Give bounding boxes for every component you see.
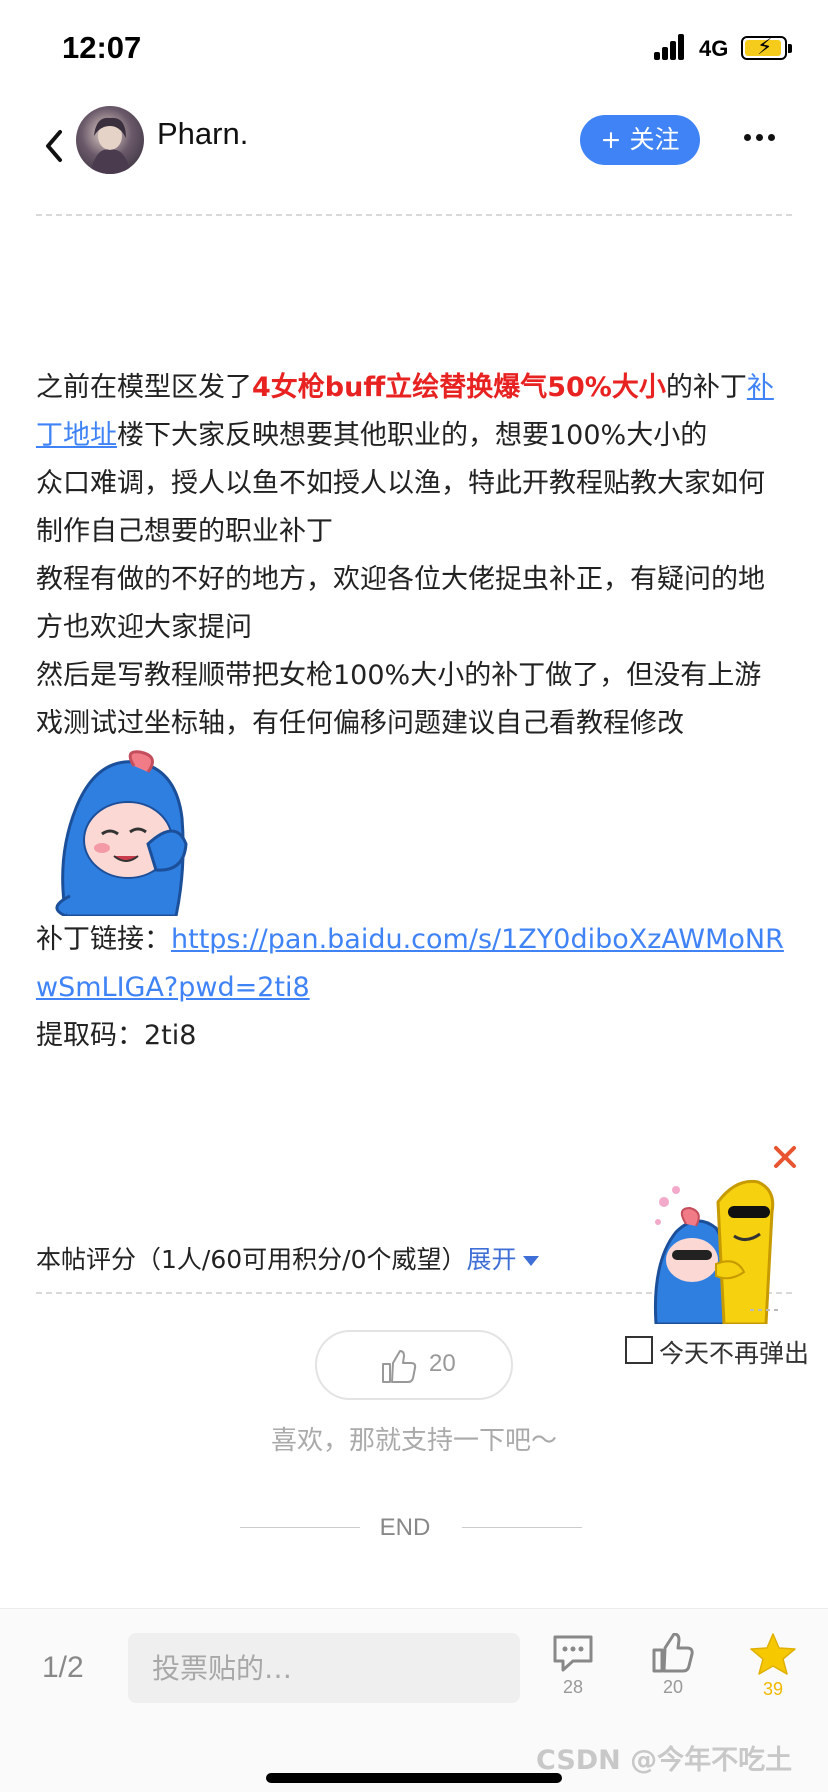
rating-summary: 本帖评分（1人/60可用积分/0个威望）	[36, 1245, 467, 1274]
facepalm-sticker	[55, 750, 188, 916]
like-button[interactable]: 20	[315, 1330, 513, 1400]
extract-code-row: 提取码：2ti8	[36, 1020, 197, 1051]
cool-sticker-popup[interactable]	[646, 1172, 794, 1324]
post-header: Pharn. + 关注	[0, 96, 828, 216]
end-marker: END	[240, 1514, 582, 1544]
thumbs-up-icon	[652, 1633, 694, 1673]
like-count: 20	[429, 1350, 456, 1377]
caret-down-icon	[522, 1256, 539, 1266]
favorite-button[interactable]: 39	[738, 1633, 808, 1700]
comment-input[interactable]	[128, 1633, 520, 1703]
username[interactable]: Pharn.	[157, 116, 248, 152]
thumbs-up-icon	[382, 1350, 417, 1383]
close-icon[interactable]	[772, 1144, 798, 1170]
battery-icon: ⚡	[741, 35, 792, 60]
extract-code: 2ti8	[144, 1020, 197, 1051]
more-options-icon[interactable]	[742, 126, 778, 146]
paragraph-note: 然后是写教程顺带把女枪100%大小的补丁做了，但没有上游戏测试过坐标轴，有任何偏…	[36, 652, 788, 916]
page-indicator[interactable]: 1/2	[42, 1651, 84, 1685]
comments-button[interactable]: 28	[538, 1633, 608, 1698]
paragraph-intro: 之前在模型区发了4女枪buff立绘替换爆气50%大小的补丁补丁地址楼下大家反映想…	[36, 372, 774, 451]
status-bar: 12:07 4G ⚡	[0, 0, 828, 96]
favorites-count: 39	[762, 1679, 784, 1699]
support-prompt: 喜欢，那就支持一下吧～	[270, 1426, 557, 1456]
likes-count: 20	[662, 1677, 684, 1697]
header-divider	[36, 214, 792, 216]
status-time: 12:07	[62, 30, 142, 65]
rating-expand-button[interactable]: 展开	[466, 1245, 539, 1274]
paragraph-tutorial: 众口难调，授人以鱼不如授人以渔，特此开教程贴教大家如何制作自己想要的职业补丁	[36, 468, 765, 547]
follow-button[interactable]: + 关注	[580, 115, 700, 165]
avatar[interactable]	[76, 106, 144, 174]
comment-icon	[553, 1635, 593, 1672]
back-arrow-icon[interactable]	[40, 124, 70, 168]
patch-link-row: 补丁链接：https://pan.baidu.com/s/1ZY0diboXzA…	[36, 924, 784, 1003]
likes-button[interactable]: 20	[638, 1633, 708, 1698]
post-rating: 本帖评分（1人/60可用积分/0个威望）展开	[36, 1240, 539, 1276]
dont-show-checkbox[interactable]	[625, 1336, 653, 1364]
comments-count: 28	[562, 1677, 584, 1697]
post-content: 之前在模型区发了4女枪buff立绘替换爆气50%大小的补丁补丁地址楼下大家反映想…	[36, 364, 788, 1060]
signal-icon	[654, 34, 690, 60]
star-icon	[750, 1633, 796, 1675]
paragraph-feedback: 教程有做的不好的地方，欢迎各位大佬捉虫补正，有疑问的地方也欢迎大家提问	[36, 564, 765, 643]
watermark-text: CSDN @今年不吃土	[536, 1745, 793, 1776]
highlighted-title: 4女枪buff立绘替换爆气50%大小	[252, 372, 666, 403]
home-indicator	[266, 1773, 562, 1783]
network-type: 4G	[699, 36, 729, 61]
